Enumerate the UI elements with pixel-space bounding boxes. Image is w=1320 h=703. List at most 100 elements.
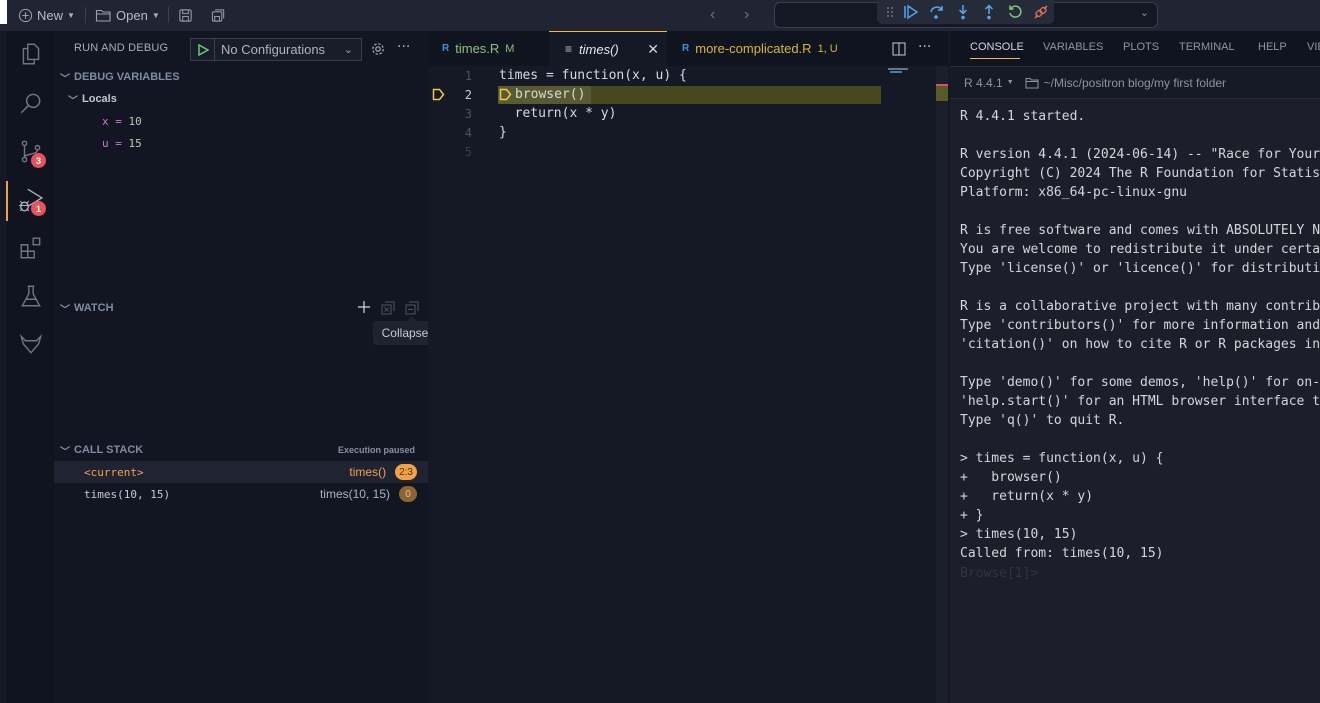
tab-help[interactable]: HELP	[1258, 41, 1287, 53]
debug-settings-button[interactable]	[370, 41, 386, 61]
variable-equals: =	[115, 137, 122, 150]
new-button[interactable]: New ▼	[18, 6, 75, 24]
call-stack-frame[interactable]: <current> times() 2:3	[54, 461, 428, 483]
tab-times-r[interactable]: R times.R M	[428, 31, 548, 66]
continue-icon[interactable]	[900, 2, 921, 22]
step-into-icon[interactable]	[952, 2, 973, 22]
console-line: Platform: x86_64-pc-linux-gnu	[960, 185, 1187, 200]
minimap[interactable]	[888, 66, 936, 703]
console-line: You are welcome to redistribute it under…	[960, 242, 1320, 257]
frame-label: <current>	[84, 465, 144, 479]
collapse-all-icon	[405, 301, 419, 315]
chevron-down-icon: ⌄	[343, 43, 353, 56]
outline-icon: ≡	[565, 42, 573, 56]
frame-function: times(10, 15)	[319, 487, 390, 501]
restart-icon[interactable]	[1004, 2, 1025, 22]
code-line[interactable]: 4 }	[428, 123, 948, 142]
line-number: 2	[464, 87, 472, 102]
split-editor-icon	[892, 42, 906, 56]
tab-viewer[interactable]: VIEWER	[1307, 41, 1320, 53]
activity-testing[interactable]	[7, 273, 54, 319]
step-over-icon[interactable]	[926, 2, 947, 22]
activity-explorer[interactable]	[7, 31, 54, 77]
plus-icon	[358, 301, 370, 313]
close-icon[interactable]: ✕	[647, 41, 659, 58]
console-line: Called from: times(10, 15)	[960, 546, 1164, 561]
start-debugging-button[interactable]	[191, 39, 215, 60]
window-edge	[0, 0, 7, 24]
activity-gitlab[interactable]	[7, 321, 54, 367]
divider	[168, 7, 169, 23]
caret-down-icon: ▼	[1006, 79, 1014, 86]
activity-run-and-debug[interactable]: 1	[6, 177, 54, 223]
code-line-current[interactable]: 2 browser()	[428, 85, 948, 104]
chevron-down-icon: ⌄	[1139, 6, 1149, 19]
gear-icon	[372, 43, 384, 55]
more-actions-button[interactable]: ···	[397, 39, 410, 55]
variable-name: u	[102, 137, 109, 150]
tab-variables[interactable]: VARIABLES	[1043, 41, 1103, 53]
minimap-line	[890, 71, 902, 73]
editor-scrollbar[interactable]	[936, 66, 948, 703]
tab-status: 1, U	[817, 42, 838, 55]
title-bar: New ▼ Open ▼ ‹ › ⌄	[0, 0, 1320, 31]
console-line: + return(x * y)	[960, 489, 1094, 504]
code-text: }	[499, 125, 507, 140]
line-number: 4	[464, 125, 472, 140]
variable-row[interactable]: x = 10	[102, 115, 142, 128]
call-stack-frame[interactable]: times(10, 15) times(10, 15) 0	[54, 483, 428, 505]
locals-group[interactable]: ﹀ Locals	[54, 89, 428, 109]
console-prompt[interactable]: Browse[1]>	[960, 566, 1038, 581]
call-stack-title: CALL STACK	[74, 444, 144, 456]
save-all-button[interactable]	[210, 6, 227, 24]
code-line[interactable]: 1 times = function(x, u) {	[428, 66, 948, 85]
save-icon	[179, 8, 192, 22]
step-out-icon[interactable]	[978, 2, 999, 22]
disconnect-icon[interactable]	[1030, 2, 1051, 22]
activity-extensions[interactable]	[7, 225, 54, 271]
forward-button[interactable]: ›	[744, 6, 749, 24]
add-expression-button[interactable]	[356, 299, 372, 319]
code-line[interactable]: 3 return(x * y)	[428, 104, 948, 123]
split-editor-button[interactable]	[892, 41, 906, 60]
r-version-select[interactable]: R 4.4.1	[964, 76, 1003, 90]
remove-all-expressions-button[interactable]	[381, 300, 395, 319]
open-button[interactable]: Open ▼	[95, 6, 160, 24]
tab-terminal[interactable]: TERMINAL	[1179, 41, 1235, 53]
debug-variables-header[interactable]: ﹀ DEBUG VARIABLES	[54, 67, 428, 87]
console-session-bar: R 4.4.1 ▼ ~/Misc/positron blog/my first …	[950, 67, 1320, 99]
tab-console[interactable]: CONSOLE	[970, 41, 1024, 53]
code-text: return(x * y)	[499, 106, 617, 121]
play-icon	[197, 43, 209, 56]
drag-handle-icon[interactable]	[885, 2, 895, 22]
activity-bar: 3 1	[6, 31, 54, 703]
chevron-down-icon: ﹀	[60, 304, 70, 316]
r-file-icon: R	[442, 43, 450, 54]
editor-more-actions-button[interactable]: ···	[918, 39, 931, 55]
activity-search[interactable]	[7, 80, 54, 126]
extensions-icon	[20, 237, 40, 259]
call-stack-header[interactable]: ﹀ CALL STACK Execution paused	[54, 440, 428, 460]
tab-times-function[interactable]: ≡ times() ✕	[549, 31, 667, 66]
code-line[interactable]: 5	[428, 142, 948, 161]
working-directory[interactable]: ~/Misc/positron blog/my first folder	[1044, 76, 1226, 90]
folder-icon	[1025, 77, 1039, 88]
current-line-marker	[936, 86, 948, 101]
variable-row[interactable]: u = 15	[102, 137, 142, 150]
code-text: times = function(x, u) {	[499, 68, 687, 83]
tab-more-complicated-r[interactable]: R more-complicated.R 1, U	[668, 31, 868, 66]
back-button[interactable]: ‹	[710, 6, 715, 24]
editor-tabs: R times.R M ≡ times() ✕ R more-complicat…	[428, 31, 948, 66]
save-button[interactable]	[178, 6, 193, 24]
console-line: R 4.4.1 started.	[960, 109, 1086, 124]
code-text: browser()	[515, 87, 586, 102]
divider	[85, 7, 86, 23]
activity-source-control[interactable]: 3	[7, 129, 54, 175]
ellipsis-icon: ···	[397, 39, 411, 55]
minimap-line	[888, 68, 908, 70]
debug-config-select[interactable]: No Configurations ⌄	[190, 38, 362, 61]
tab-status: M	[505, 42, 515, 55]
sidebar-title: RUN AND DEBUG	[74, 42, 169, 54]
tab-plots[interactable]: PLOTS	[1123, 41, 1159, 53]
chevron-left-icon: ‹	[710, 6, 716, 23]
